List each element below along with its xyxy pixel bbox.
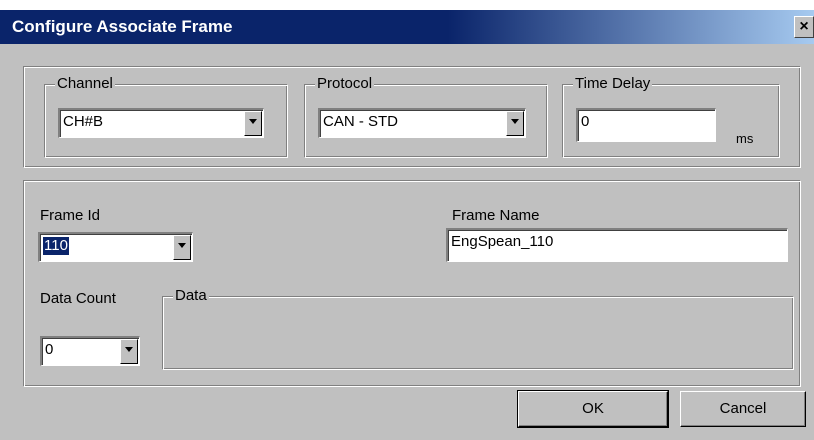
frame-name-input[interactable]: EngSpean_110 — [446, 228, 788, 262]
ok-button[interactable]: OK — [517, 390, 669, 428]
chevron-down-icon[interactable] — [506, 111, 524, 136]
title-bar[interactable]: Configure Associate Frame × — [0, 10, 814, 44]
configure-associate-frame-dialog: Configure Associate Frame × Channel CH#B… — [0, 10, 814, 440]
frame-name-label: Frame Name — [452, 207, 540, 224]
channel-legend: Channel — [55, 75, 115, 93]
frame-name-value: EngSpean_110 — [451, 233, 554, 250]
time-delay-unit: ms — [736, 131, 754, 146]
data-legend: Data — [173, 287, 209, 305]
time-delay-value: 0 — [581, 113, 590, 130]
protocol-value: CAN - STD — [323, 113, 398, 130]
chevron-down-icon[interactable] — [244, 111, 262, 136]
frame-id-value: 110 — [43, 237, 69, 255]
time-delay-input[interactable]: 0 — [576, 108, 716, 142]
chevron-down-icon[interactable] — [173, 235, 191, 260]
channel-select[interactable]: CH#B — [58, 108, 264, 138]
frame-id-label: Frame Id — [40, 207, 101, 224]
close-icon[interactable]: × — [794, 16, 814, 38]
window-title: Configure Associate Frame — [12, 17, 233, 36]
frame-id-select[interactable]: 110 — [38, 232, 193, 262]
cancel-button[interactable]: Cancel — [680, 391, 806, 427]
protocol-legend: Protocol — [315, 75, 375, 93]
channel-value: CH#B — [63, 113, 104, 130]
protocol-select[interactable]: CAN - STD — [318, 108, 526, 138]
time-delay-legend: Time Delay — [573, 75, 653, 93]
data-count-value: 0 — [45, 341, 54, 358]
data-count-select[interactable]: 0 — [40, 336, 140, 366]
data-group: Data — [162, 287, 794, 370]
data-count-label: Data Count — [40, 290, 116, 307]
chevron-down-icon[interactable] — [120, 339, 138, 364]
